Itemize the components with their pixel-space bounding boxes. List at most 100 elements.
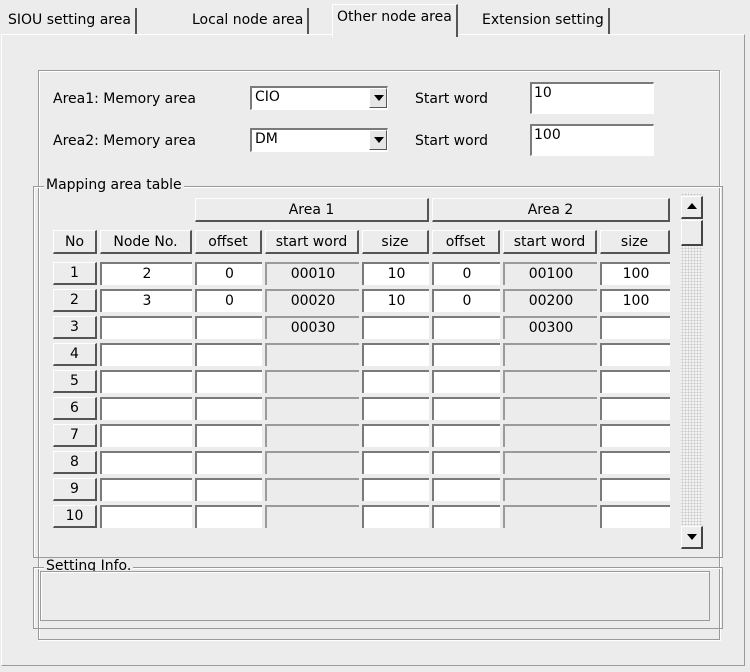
tab-local-node-area[interactable]: Local node area [188, 8, 310, 34]
tab-siou-setting-area[interactable]: SIOU setting area [4, 8, 137, 34]
cell-area2-size[interactable] [600, 397, 670, 420]
cell-area2-offset[interactable] [432, 343, 500, 366]
cell-area1-start-word [265, 343, 359, 366]
cell-area1-offset[interactable]: 0 [195, 262, 262, 285]
cell-node-no[interactable] [100, 451, 192, 474]
row-number: 1 [53, 262, 97, 285]
cell-node-no[interactable] [100, 424, 192, 447]
tab-extension-setting[interactable]: Extension setting [478, 8, 610, 34]
cell-area2-offset[interactable] [432, 370, 500, 393]
cell-area2-size[interactable] [600, 451, 670, 474]
cell-node-no[interactable] [100, 343, 192, 366]
cell-area2-start-word [503, 478, 597, 501]
cell-area1-offset[interactable] [195, 397, 262, 420]
scrollbar-thumb[interactable] [681, 220, 703, 246]
cell-area2-size[interactable] [600, 505, 670, 528]
cell-area1-offset[interactable] [195, 343, 262, 366]
cell-area2-size[interactable] [600, 478, 670, 501]
row-number: 5 [53, 370, 97, 393]
cell-area2-size[interactable] [600, 316, 670, 339]
row-number: 9 [53, 478, 97, 501]
cell-area1-offset[interactable] [195, 370, 262, 393]
cell-area1-size[interactable] [362, 451, 429, 474]
cell-node-no[interactable]: 3 [100, 289, 192, 312]
cell-node-no[interactable] [100, 397, 192, 420]
cell-area2-start-word [503, 343, 597, 366]
area1-start-word-value: 10 [534, 85, 552, 101]
tab-other-node-area[interactable]: Other node area [332, 4, 458, 37]
cell-area1-size[interactable] [362, 397, 429, 420]
cell-area1-size[interactable]: 10 [362, 289, 429, 312]
area1-memory-label: Area1: Memory area [53, 91, 196, 107]
cell-node-no[interactable] [100, 505, 192, 528]
cell-area2-start-word: 00200 [503, 289, 597, 312]
row-number: 2 [53, 289, 97, 312]
area1-group-header: Area 1 [195, 198, 429, 222]
cell-area1-offset[interactable] [195, 478, 262, 501]
cell-area2-offset[interactable] [432, 505, 500, 528]
cell-area1-start-word [265, 424, 359, 447]
cell-area2-offset[interactable] [432, 397, 500, 420]
area1-start-word-input[interactable]: 10 [530, 82, 654, 114]
cell-area2-offset[interactable] [432, 316, 500, 339]
cell-area2-start-word: 00100 [503, 262, 597, 285]
area1-memory-select[interactable]: CIO [250, 86, 388, 110]
chevron-down-icon[interactable] [369, 88, 387, 108]
cell-area2-start-word [503, 424, 597, 447]
cell-area1-size[interactable] [362, 424, 429, 447]
cell-area2-start-word [503, 370, 597, 393]
cell-area1-offset[interactable]: 0 [195, 289, 262, 312]
column-header-node-no: Node No. [100, 230, 192, 254]
area2-start-word-value: 100 [534, 127, 561, 143]
cell-area1-size[interactable] [362, 370, 429, 393]
cell-area1-start-word: 00020 [265, 289, 359, 312]
cell-area1-start-word: 00030 [265, 316, 359, 339]
cell-area2-size[interactable] [600, 370, 670, 393]
column-header-area2-start-word: start word [503, 230, 597, 254]
cell-area1-size[interactable] [362, 478, 429, 501]
cell-area2-size[interactable]: 100 [600, 262, 670, 285]
column-header-area1-size: size [362, 230, 429, 254]
mapping-area-title: Mapping area table [44, 177, 184, 193]
cell-node-no[interactable] [100, 370, 192, 393]
cell-area2-start-word: 00300 [503, 316, 597, 339]
cell-area1-size[interactable] [362, 505, 429, 528]
cell-area2-size[interactable] [600, 424, 670, 447]
area2-start-word-label: Start word [415, 133, 489, 149]
cell-area1-size[interactable] [362, 316, 429, 339]
area2-group-header: Area 2 [432, 198, 670, 222]
column-header-area1-start-word: start word [265, 230, 359, 254]
cell-area2-offset[interactable]: 0 [432, 289, 500, 312]
cell-area1-offset[interactable] [195, 505, 262, 528]
cell-node-no[interactable] [100, 316, 192, 339]
cell-area1-offset[interactable] [195, 424, 262, 447]
cell-area2-size[interactable] [600, 343, 670, 366]
area1-start-word-label: Start word [415, 91, 489, 107]
cell-area1-size[interactable] [362, 343, 429, 366]
row-number: 8 [53, 451, 97, 474]
cell-node-no[interactable]: 2 [100, 262, 192, 285]
row-number: 4 [53, 343, 97, 366]
row-number: 3 [53, 316, 97, 339]
cell-node-no[interactable] [100, 478, 192, 501]
cell-area2-start-word [503, 505, 597, 528]
cell-area1-size[interactable]: 10 [362, 262, 429, 285]
cell-area1-start-word: 00010 [265, 262, 359, 285]
area2-memory-select[interactable]: DM [250, 128, 388, 152]
cell-area2-offset[interactable] [432, 424, 500, 447]
cell-area1-offset[interactable] [195, 316, 262, 339]
cell-area2-offset[interactable]: 0 [432, 262, 500, 285]
cell-area1-start-word [265, 397, 359, 420]
cell-area2-offset[interactable] [432, 451, 500, 474]
scroll-up-arrow-icon[interactable] [681, 196, 703, 219]
cell-area1-offset[interactable] [195, 451, 262, 474]
table-scrollbar[interactable] [681, 193, 703, 548]
area2-start-word-input[interactable]: 100 [530, 124, 654, 156]
cell-area1-start-word [265, 505, 359, 528]
row-number: 7 [53, 424, 97, 447]
cell-area1-start-word [265, 370, 359, 393]
chevron-down-icon[interactable] [369, 130, 387, 150]
scroll-down-arrow-icon[interactable] [681, 526, 703, 549]
cell-area2-size[interactable]: 100 [600, 289, 670, 312]
cell-area2-offset[interactable] [432, 478, 500, 501]
